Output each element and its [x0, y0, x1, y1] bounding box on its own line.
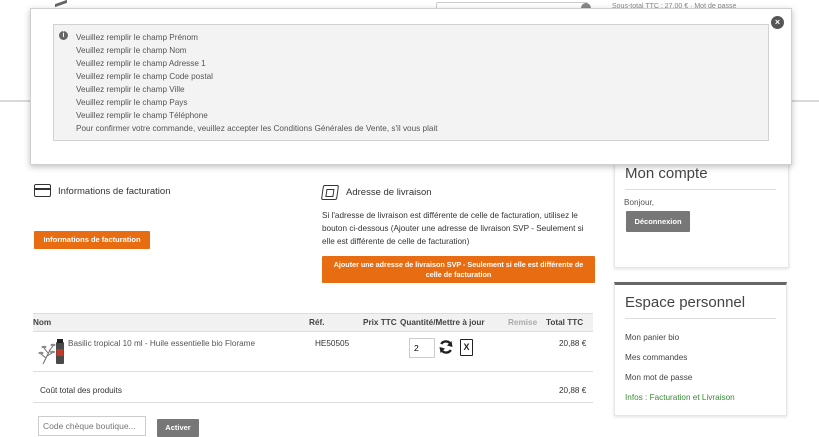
shipping-title: Adresse de livraison — [346, 187, 432, 198]
error-message: Veuillez remplir le champ Téléphone — [76, 111, 208, 120]
row-divider — [33, 371, 593, 372]
panel-divider — [625, 189, 776, 190]
quantity-input[interactable] — [409, 338, 435, 358]
panel-divider — [625, 318, 776, 319]
billing-title: Informations de facturation — [58, 186, 171, 197]
col-ref: Réf. — [309, 318, 325, 327]
total-label: Coût total des produits — [40, 386, 122, 395]
shipping-instructions: Si l'adresse de livraison est différente… — [322, 211, 584, 246]
activate-coupon-button[interactable]: Activer — [157, 419, 199, 437]
package-icon — [320, 185, 340, 200]
error-message: Veuillez remplir le champ Adresse 1 — [76, 59, 206, 68]
product-total: 20,88 € — [559, 339, 587, 348]
error-message: Veuillez remplir le champ Pays — [76, 98, 188, 107]
error-message: Pour confirmer votre commande, veuillez … — [76, 124, 438, 133]
credit-card-icon — [34, 184, 51, 197]
personal-space-title: Espace personnel — [625, 294, 746, 311]
info-icon: i — [59, 31, 68, 40]
account-panel: Mon compte — [614, 152, 789, 268]
link-my-orders[interactable]: Mes commandes — [625, 353, 687, 362]
link-my-cart[interactable]: Mon panier bio — [625, 333, 679, 342]
cart-table-header: Nom Réf. Prix TTC Quantité/Mettre à jour… — [33, 313, 593, 332]
greeting-text: Bonjour, — [624, 198, 655, 207]
col-total: Total TTC — [546, 318, 584, 327]
product-ref: HE50505 — [315, 339, 350, 348]
col-name: Nom — [33, 318, 52, 327]
product-name[interactable]: Basilic tropical 10 ml - Huile essentiel… — [68, 339, 255, 348]
error-message: Veuillez remplir le champ Nom — [76, 46, 187, 55]
product-thumbnail[interactable] — [38, 336, 68, 366]
row-divider — [33, 402, 593, 403]
delete-icon[interactable]: X — [460, 339, 473, 356]
add-shipping-address-button[interactable]: Ajouter une adresse de livraison SVP - S… — [322, 256, 595, 283]
link-billing-shipping-info[interactable]: Infos : Facturation et Livraison — [625, 393, 735, 402]
error-message-list: Veuillez remplir le champ Prénom Veuille… — [76, 31, 438, 135]
col-price: Prix TTC — [363, 318, 397, 327]
refresh-icon[interactable] — [438, 339, 454, 355]
account-panel-title: Mon compte — [625, 165, 708, 182]
personal-space-panel: Espace personnel Mon panier bio Mes comm… — [614, 282, 787, 416]
total-value: 20,88 € — [559, 386, 587, 395]
billing-info-button[interactable]: Informations de facturation — [34, 231, 150, 249]
add-shipping-address-label: Ajouter une adresse de livraison SVP - S… — [333, 259, 584, 279]
error-message: Veuillez remplir le champ Code postal — [76, 72, 213, 81]
col-discount: Remise — [508, 318, 538, 327]
logout-button[interactable]: Déconnexion — [626, 211, 690, 232]
coupon-input[interactable] — [38, 416, 146, 436]
link-my-password[interactable]: Mon mot de passe — [625, 373, 692, 382]
col-qty: Quantité/Mettre à jour — [400, 318, 485, 327]
close-icon[interactable]: × — [771, 16, 784, 29]
error-message: Veuillez remplir le champ Ville — [76, 85, 185, 94]
error-message: Veuillez remplir le champ Prénom — [76, 33, 198, 42]
